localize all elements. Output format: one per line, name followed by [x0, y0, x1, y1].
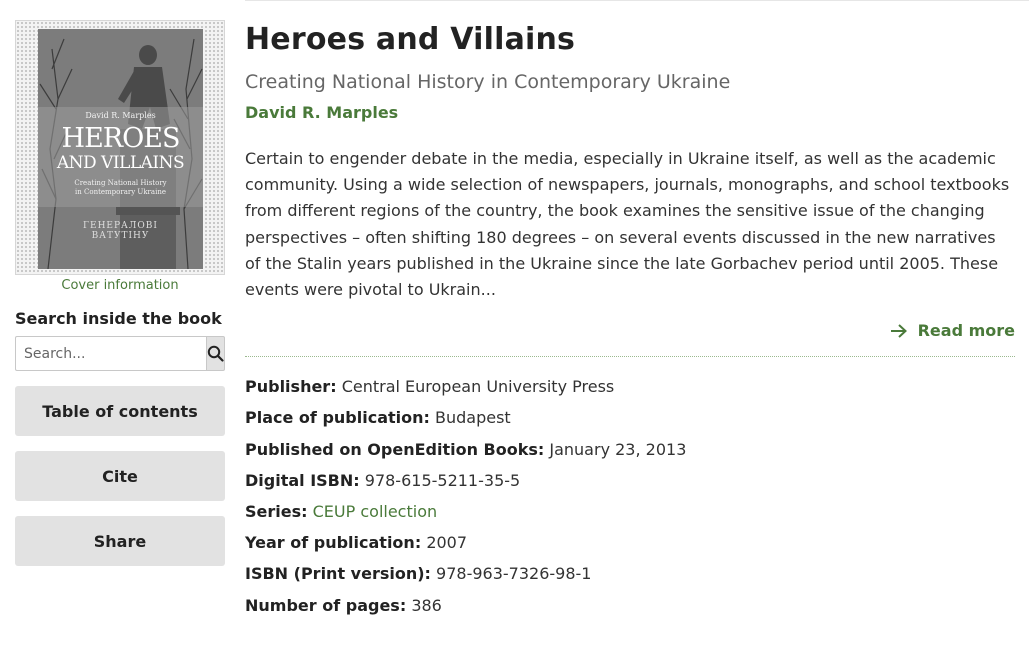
meta-year: Year of publication: 2007: [245, 531, 1015, 562]
meta-value: 978-963-7326-98-1: [436, 564, 592, 584]
book-author-link[interactable]: David R. Marples: [245, 103, 1015, 122]
share-button[interactable]: Share: [15, 516, 225, 566]
cover-plaque: ГЕНЕРАЛОВІ ВАТУТІНУ: [78, 221, 163, 241]
meta-digital-isbn: Digital ISBN: 978-615-5211-35-5: [245, 469, 1015, 500]
section-divider: [245, 356, 1015, 358]
meta-pages: Number of pages: 386: [245, 594, 1015, 625]
meta-value: Budapest: [435, 408, 511, 428]
book-details: Heroes and Villains Creating National Hi…: [245, 20, 1015, 625]
meta-value: 978-615-5211-35-5: [364, 470, 521, 490]
cover-frame: David R. Marples HEROES AND VILLAINS Cre…: [15, 20, 225, 275]
read-more-row: Read more: [245, 321, 1015, 340]
sidebar: David R. Marples HEROES AND VILLAINS Cre…: [15, 20, 225, 566]
meta-value: 2007: [426, 533, 468, 553]
read-more-label: Read more: [917, 321, 1015, 341]
cover-title-line1: HEROES: [61, 123, 181, 154]
cover-author: David R. Marples: [85, 111, 156, 120]
meta-value: 386: [411, 595, 442, 615]
cover-title-line2: AND VILLAINS: [56, 153, 185, 173]
arrow-right-icon: [890, 323, 907, 338]
cover-plaque-line2: ВАТУТІНУ: [91, 231, 150, 241]
meta-label: Publisher:: [245, 377, 337, 397]
cite-button[interactable]: Cite: [15, 451, 225, 501]
read-more-link[interactable]: Read more: [890, 321, 1015, 340]
series-link[interactable]: CEUP collection: [313, 502, 438, 521]
search-heading: Search inside the book: [15, 309, 222, 328]
search-box: [15, 336, 225, 371]
book-metadata: Publisher: Central European University P…: [245, 375, 1015, 625]
meta-label: Published on OpenEdition Books:: [245, 439, 545, 459]
meta-print-isbn: ISBN (Print version): 978-963-7326-98-1: [245, 562, 1015, 593]
meta-label: Year of publication:: [245, 533, 422, 553]
meta-label: Place of publication:: [245, 408, 430, 428]
book-abstract: Certain to engender debate in the media,…: [245, 149, 1010, 300]
search-icon: [207, 345, 224, 362]
meta-series: Series: CEUP collection: [245, 500, 1015, 531]
cover-subtitle: Creating National History in Contemporar…: [48, 179, 193, 197]
cover-subtitle-line1: Creating National History: [74, 179, 167, 187]
meta-value: January 23, 2013: [549, 439, 687, 459]
meta-label: ISBN (Print version):: [245, 564, 431, 584]
top-divider: [245, 0, 1029, 1]
meta-label: Digital ISBN:: [245, 470, 360, 490]
meta-publisher: Publisher: Central European University P…: [245, 375, 1015, 406]
cover-subtitle-line2: in Contemporary Ukraine: [75, 188, 166, 196]
search-input[interactable]: [15, 336, 206, 371]
cover-plaque-line1: ГЕНЕРАЛОВІ: [83, 221, 158, 231]
meta-label: Series:: [245, 501, 308, 521]
book-cover-image[interactable]: David R. Marples HEROES AND VILLAINS Cre…: [38, 29, 203, 269]
book-title: Heroes and Villains: [245, 22, 576, 57]
meta-place: Place of publication: Budapest: [245, 406, 1015, 437]
cover-information-link[interactable]: Cover information: [15, 278, 225, 293]
meta-label: Number of pages:: [245, 595, 407, 615]
search-button[interactable]: [206, 336, 225, 371]
meta-published-date: Published on OpenEdition Books: January …: [245, 438, 1015, 469]
table-of-contents-button[interactable]: Table of contents: [15, 386, 225, 436]
book-subtitle: Creating National History in Contemporar…: [245, 71, 731, 93]
meta-value: Central European University Press: [341, 377, 615, 397]
